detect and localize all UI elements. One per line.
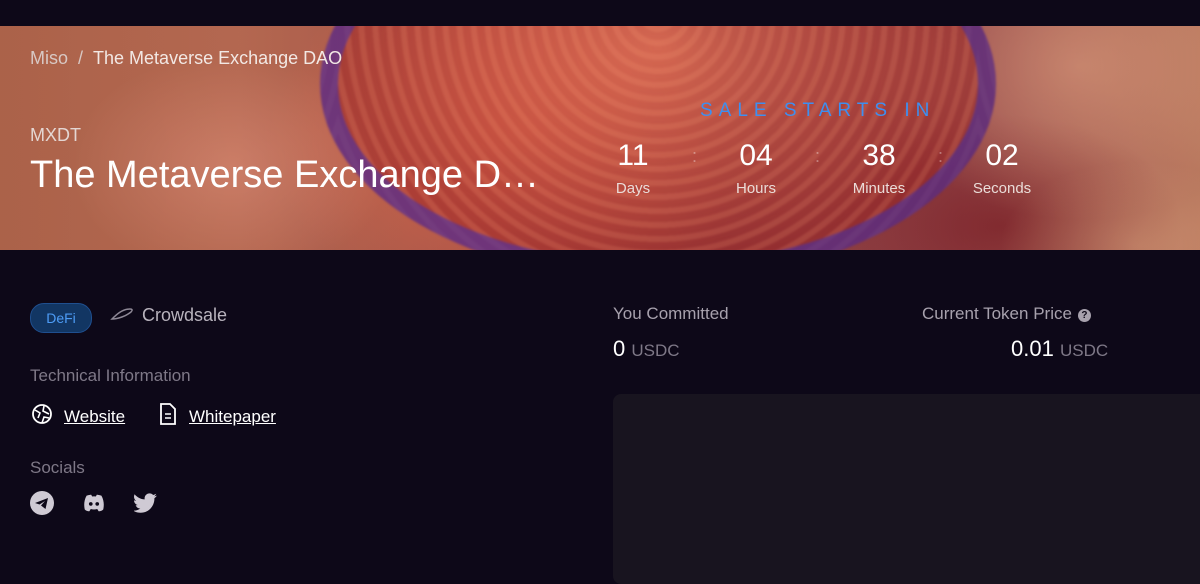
token-price-value: 0.01 USDC [1011, 336, 1108, 362]
you-committed-value: 0 USDC [613, 336, 680, 362]
countdown-minutes-label: Minutes [852, 180, 906, 197]
countdown-minutes-value: 38 [862, 139, 896, 172]
you-committed-label: You Committed [613, 304, 729, 323]
top-bar [0, 0, 1200, 26]
token-price-label-row: Current Token Price? [922, 304, 1091, 324]
whitepaper-link[interactable]: Whitepaper [157, 402, 276, 431]
breadcrumb-root-link[interactable]: Miso [30, 48, 68, 69]
countdown-days-value: 11 [617, 139, 649, 172]
document-icon [157, 402, 179, 431]
social-links [30, 491, 158, 515]
countdown-days-label: Days [615, 180, 651, 197]
discord-icon[interactable] [82, 491, 106, 515]
sale-type: Crowdsale [110, 305, 227, 326]
countdown-seconds-label: Seconds [972, 180, 1032, 197]
twitter-icon[interactable] [134, 491, 158, 515]
breadcrumb-current: The Metaverse Exchange DAO [93, 48, 343, 68]
countdown-seconds-value: 02 [985, 139, 1019, 172]
sale-starts-label: SALE STARTS IN [700, 100, 936, 121]
telegram-icon[interactable] [30, 491, 54, 515]
whitepaper-link-label[interactable]: Whitepaper [189, 407, 276, 427]
help-icon[interactable]: ? [1077, 309, 1091, 322]
globe-icon [30, 402, 54, 431]
countdown-minutes: 38 Minutes [819, 138, 939, 197]
countdown-hours-label: Hours [735, 180, 776, 197]
breadcrumb-separator: / [78, 48, 84, 68]
price-amount: 0.01 [1011, 336, 1054, 361]
category-tag: DeFi [30, 303, 92, 333]
website-link-label[interactable]: Website [64, 407, 125, 427]
countdown-seconds: 02 Seconds [942, 138, 1062, 197]
commit-panel [613, 394, 1200, 584]
crowdsale-icon [110, 305, 134, 326]
countdown-timer: 11 Days : 04 Hours : 38 Minutes : 02 Sec… [573, 138, 1093, 208]
countdown-hours: 04 Hours [696, 138, 816, 197]
website-link[interactable]: Website [30, 402, 125, 431]
price-unit: USDC [1059, 341, 1109, 360]
countdown-hours-value: 04 [739, 139, 773, 172]
token-price-label: Current Token Price [922, 304, 1072, 323]
committed-amount: 0 [613, 336, 626, 361]
committed-unit: USDC [631, 341, 680, 360]
socials-heading: Socials [30, 458, 85, 477]
token-symbol: MXDT [30, 125, 81, 145]
breadcrumb: Miso / The Metaverse Exchange DAO [30, 48, 342, 69]
sale-type-label: Crowdsale [142, 305, 228, 325]
technical-info-heading: Technical Information [30, 366, 191, 385]
countdown-days: 11 Days [573, 138, 693, 197]
page-title: The Metaverse Exchange DA... [30, 154, 540, 196]
